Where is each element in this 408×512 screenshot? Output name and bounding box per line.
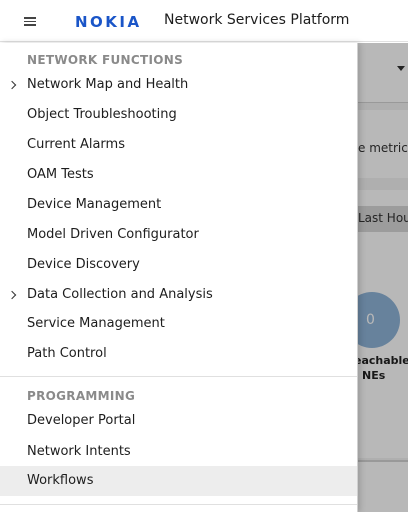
menu-item-device-discovery[interactable]: Device Discovery (0, 250, 357, 280)
section-divider (0, 376, 357, 377)
menu-item-device-management[interactable]: Device Management (0, 190, 357, 220)
menu-item-developer-portal[interactable]: Developer Portal (0, 406, 357, 436)
section-divider (0, 504, 357, 505)
menu-item-label: OAM Tests (27, 167, 94, 182)
menu-item-label: Workflows (27, 473, 94, 488)
menu-item-workflows[interactable]: Workflows (0, 466, 357, 496)
menu-item-label: Network Intents (27, 444, 131, 459)
menu-item-label: Device Discovery (27, 257, 140, 272)
menu-item-current-alarms[interactable]: Current Alarms (0, 130, 357, 160)
menu-item-oam-tests[interactable]: OAM Tests (0, 160, 357, 190)
app-title: Network Services Platform (164, 12, 350, 28)
menu-item-object-troubleshooting[interactable]: Object Troubleshooting (0, 100, 357, 130)
navigation-drawer: NETWORK FUNCTIONS Network Map and Health… (0, 43, 358, 512)
section-header-programming: PROGRAMMING (27, 389, 136, 403)
menu-item-data-collection-and-analysis[interactable]: Data Collection and Analysis (0, 280, 357, 310)
menu-item-label: Data Collection and Analysis (27, 287, 213, 302)
menu-item-label: Device Management (27, 197, 162, 212)
menu-item-network-intents[interactable]: Network Intents (0, 437, 357, 467)
menu-item-label: Network Map and Health (27, 77, 189, 92)
section-header-network-functions: NETWORK FUNCTIONS (27, 53, 184, 67)
top-header: NOKIA Network Services Platform (0, 0, 408, 42)
menu-item-label: Model Driven Configurator (27, 227, 199, 242)
menu-item-label: Object Troubleshooting (27, 107, 177, 122)
menu-item-label: Service Management (27, 316, 165, 331)
nokia-logo: NOKIA (75, 13, 142, 31)
menu-item-model-driven-configurator[interactable]: Model Driven Configurator (0, 220, 357, 250)
chevron-right-icon[interactable] (7, 290, 17, 300)
menu-item-label: Path Control (27, 346, 107, 361)
hamburger-menu-icon[interactable] (24, 17, 36, 26)
menu-item-network-map-and-health[interactable]: Network Map and Health (0, 70, 357, 100)
menu-item-label: Developer Portal (27, 413, 136, 428)
chevron-right-icon[interactable] (7, 80, 17, 90)
menu-item-service-management[interactable]: Service Management (0, 309, 357, 339)
menu-item-label: Current Alarms (27, 137, 125, 152)
menu-item-path-control[interactable]: Path Control (0, 339, 357, 369)
